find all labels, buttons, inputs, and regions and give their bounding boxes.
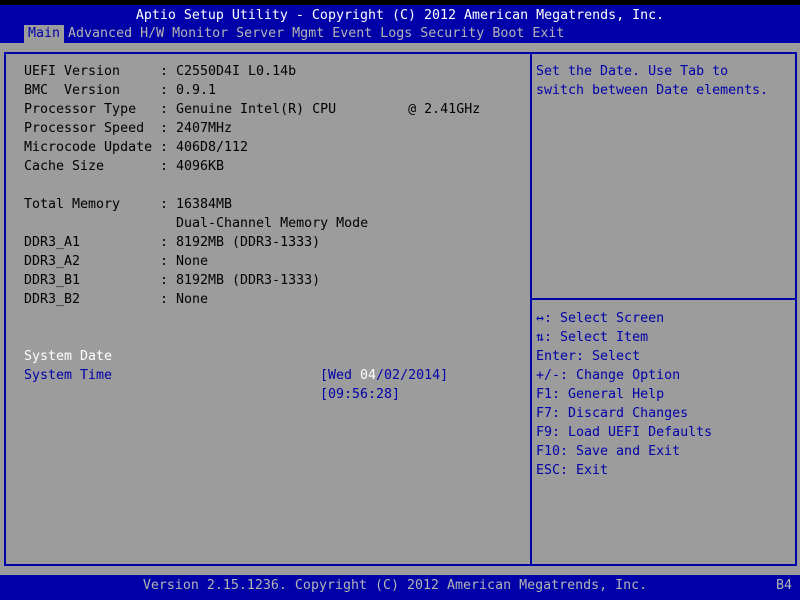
info-colon: : <box>160 292 169 307</box>
tab-main[interactable]: Main <box>24 25 65 43</box>
key-hint: F10: Save and Exit <box>536 444 681 459</box>
info-label: Processor Type <box>24 102 137 117</box>
info-value: 8192MB (DDR3-1333) <box>176 273 321 288</box>
key-hint: F7: Discard Changes <box>536 406 689 421</box>
tab-security[interactable]: Security <box>416 25 488 43</box>
system-time-row[interactable]: System Time [09:56:28] <box>24 347 400 404</box>
tab-advanced[interactable]: Advanced <box>64 25 136 43</box>
tab-boot[interactable]: Boot <box>488 25 528 43</box>
tab-server-mgmt[interactable]: Server Mgmt <box>232 25 328 43</box>
info-value: C2550D4I L0.14b <box>176 64 297 79</box>
info-value: 4096KB <box>176 159 225 174</box>
help-text-line: switch between Date elements. <box>536 83 769 98</box>
info-label: BMC Version <box>24 83 121 98</box>
info-colon: : <box>160 235 169 250</box>
help-divider <box>532 298 795 300</box>
key-hint: ↔: Select Screen <box>536 311 665 326</box>
info-label: DDR3_B2 <box>24 292 81 307</box>
key-hint: F1: General Help <box>536 387 665 402</box>
info-colon: : <box>160 140 169 155</box>
info-colon: : <box>160 273 169 288</box>
info-colon: : <box>160 159 169 174</box>
info-label: DDR3_A2 <box>24 254 81 269</box>
menu-tabs: Main Advanced H/W Monitor Server Mgmt Event … <box>24 25 568 43</box>
date-weekday: [Wed <box>320 368 361 383</box>
panel-divider <box>530 52 532 566</box>
header-bar: Aptio Setup Utility - Copyright (C) 2012… <box>0 5 800 43</box>
info-label: Microcode Update <box>24 140 153 155</box>
info-colon: : <box>160 254 169 269</box>
info-colon: : <box>160 102 169 117</box>
info-value: 0.9.1 <box>176 83 217 98</box>
key-hint: ESC: Exit <box>536 463 609 478</box>
footer-code: B4 <box>775 578 792 593</box>
info-value: None <box>176 292 209 307</box>
info-value: 16384MB <box>176 197 233 212</box>
info-label: UEFI Version <box>24 64 121 79</box>
date-day-year: /02/2014] <box>376 368 449 383</box>
key-hint: ⇅: Select Item <box>536 330 649 345</box>
info-colon: : <box>160 83 169 98</box>
tab-exit[interactable]: Exit <box>528 25 568 43</box>
info-label: Cache Size <box>24 159 105 174</box>
info-label: DDR3_B1 <box>24 273 81 288</box>
info-value: None <box>176 254 209 269</box>
info-colon: : <box>160 121 169 136</box>
info-colon: : <box>160 197 169 212</box>
info-label: Processor Speed <box>24 121 145 136</box>
info-value: 406D8/112 <box>176 140 249 155</box>
tab-h-w-monitor[interactable]: H/W Monitor <box>136 25 232 43</box>
tab-event-logs[interactable]: Event Logs <box>328 25 416 43</box>
info-label: DDR3_A1 <box>24 235 81 250</box>
key-hint: F9: Load UEFI Defaults <box>536 425 713 440</box>
app-title: Aptio Setup Utility - Copyright (C) 2012… <box>135 8 665 23</box>
help-text-line: Set the Date. Use Tab to <box>536 64 729 79</box>
key-hint: Enter: Select <box>536 349 641 364</box>
info-value: 8192MB (DDR3-1333) <box>176 235 321 250</box>
footer-version: Version 2.15.1236. Copyright (C) 2012 Am… <box>142 578 648 593</box>
info-value: 2407MHz <box>176 121 233 136</box>
footer-bar: Version 2.15.1236. Copyright (C) 2012 Am… <box>0 575 800 600</box>
system-time-value[interactable]: [09:56:28] <box>320 385 400 404</box>
key-hint: +/-: Change Option <box>536 368 681 383</box>
info-label: Total Memory <box>24 197 121 212</box>
system-time-label: System Time <box>24 368 113 383</box>
info-value: Genuine Intel(R) CPU @ 2.41GHz <box>176 102 481 117</box>
system-date-value[interactable]: [Wed 04/02/2014] <box>320 366 448 385</box>
info-value: Dual-Channel Memory Mode <box>176 216 369 231</box>
date-month-selected[interactable]: 04 <box>360 368 376 383</box>
info-colon: : <box>160 64 169 79</box>
